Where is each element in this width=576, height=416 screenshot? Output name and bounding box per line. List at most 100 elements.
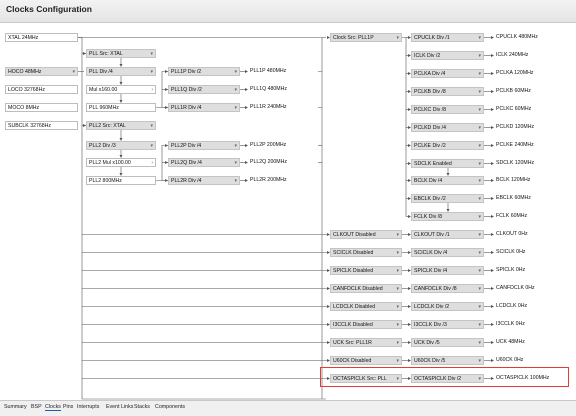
system-clock-div-label: PCLKD Div /4 <box>414 125 446 131</box>
system-clock-output-label: CPUCLK 480MHz <box>496 34 538 40</box>
system-clock-div-dropdown[interactable]: PCLKA Div /4 ▾ <box>411 69 484 78</box>
subclk-source[interactable]: SUBCLK 32768Hz <box>5 121 78 130</box>
system-clock-div-dropdown[interactable]: SDCLK Enabled ▾ <box>411 159 484 168</box>
chevron-down-icon: ▾ <box>396 286 399 292</box>
peripheral-clock-output-label: UCK 48MHz <box>496 339 525 345</box>
chevron-down-icon: ▾ <box>478 340 481 346</box>
pll-mul-input[interactable]: Mul x160.00 › <box>86 85 156 94</box>
tab-bsp[interactable]: BSP <box>31 404 42 410</box>
system-clock-output-label: SDCLK 120MHz <box>496 160 535 166</box>
pll1q-output-label: PLL1Q 480MHz <box>250 86 287 92</box>
system-clock-div-label: BCLK Div /4 <box>414 178 443 184</box>
peripheral-clock-output: SPICLK 0Hz <box>494 266 572 275</box>
system-clock-output: PCLKD 120MHz <box>494 123 572 132</box>
chevron-down-icon: ▾ <box>478 232 481 238</box>
pll2r-div-dropdown[interactable]: PLL2R Div /4 ▾ <box>168 176 240 185</box>
chevron-down-icon: ▾ <box>150 51 153 57</box>
peripheral-clock-div-dropdown[interactable]: I3CCLK Div /3 ▾ <box>411 320 484 329</box>
pll2q-div-dropdown[interactable]: PLL2Q Div /4 ▾ <box>168 158 240 167</box>
system-clock-output: PCLKC 60MHz <box>494 105 572 114</box>
peripheral-clock-div-dropdown[interactable]: UCK Div /5 ▾ <box>411 338 484 347</box>
system-clock-div-dropdown[interactable]: PCLKD Div /4 ▾ <box>411 123 484 132</box>
peripheral-clock-src-dropdown[interactable]: CLKOUT Disabled ▾ <box>330 230 402 239</box>
system-clock-div-dropdown[interactable]: PCLKE Div /2 ▾ <box>411 141 484 150</box>
pll1p-output-label: PLL1P 480MHz <box>250 68 287 74</box>
pll2-src-dropdown[interactable]: PLL2 Src: XTAL ▾ <box>86 121 156 130</box>
tab-pins[interactable]: Pins <box>63 404 73 410</box>
tab-components[interactable]: Components <box>155 404 185 410</box>
system-clock-output: EBCLK 60MHz <box>494 194 572 203</box>
pll-src-dropdown[interactable]: PLL Src: XTAL ▾ <box>86 49 156 58</box>
chevron-down-icon: ▾ <box>478 35 481 41</box>
peripheral-clock-div-dropdown[interactable]: SCICLK Div /4 ▾ <box>411 248 484 257</box>
chevron-down-icon: ▾ <box>478 286 481 292</box>
tab-event-links[interactable]: Event Links <box>106 404 133 410</box>
chevron-down-icon: ▾ <box>396 250 399 256</box>
clock-src-dropdown[interactable]: Clock Src: PLL1P ▾ <box>330 33 402 42</box>
peripheral-clock-src-dropdown[interactable]: UCK Src: PLL1R ▾ <box>330 338 402 347</box>
peripheral-clock-div-dropdown[interactable]: SPICLK Div /4 ▾ <box>411 266 484 275</box>
peripheral-clock-src-dropdown[interactable]: I3CCLK Disabled ▾ <box>330 320 402 329</box>
loco-label: LOCO 32768Hz <box>8 87 45 93</box>
pll2r-output-label: PLL2R 200MHz <box>250 177 287 183</box>
system-clock-div-dropdown[interactable]: CPUCLK Div /1 ▾ <box>411 33 484 42</box>
peripheral-clock-div-label: UCK Div /5 <box>414 340 440 346</box>
pll2-mul-input[interactable]: PLL2 Mul x100.00 › <box>86 158 156 167</box>
pll1r-div-dropdown[interactable]: PLL1R Div /4 ▾ <box>168 103 240 112</box>
tab-clocks[interactable]: Clocks <box>45 404 61 411</box>
pll1p-div-dropdown[interactable]: PLL1P Div /2 ▾ <box>168 67 240 76</box>
pll2-freq-label: PLL2 800MHz <box>89 178 122 184</box>
chevron-down-icon: ▾ <box>478 53 481 59</box>
peripheral-clock-output-label: LCDCLK 0Hz <box>496 303 528 309</box>
pll1r-div-label: PLL1R Div /4 <box>171 105 202 111</box>
peripheral-clock-src-dropdown[interactable]: U60CK Disabled ▾ <box>330 356 402 365</box>
peripheral-clock-output: U60CK 0Hz <box>494 356 572 365</box>
chevron-down-icon: ▾ <box>72 69 75 75</box>
peripheral-clock-src-dropdown[interactable]: SPICLK Disabled ▾ <box>330 266 402 275</box>
pll2-div-dropdown[interactable]: PLL2 Div /3 ▾ <box>86 141 156 150</box>
peripheral-clock-src-label: CANFDCLK Disabled <box>333 286 383 292</box>
pll-freq-display: PLL 960MHz <box>86 103 156 112</box>
peripheral-clock-src-dropdown[interactable]: LCDCLK Disabled ▾ <box>330 302 402 311</box>
chevron-down-icon: ▾ <box>478 143 481 149</box>
chevron-down-icon: ▾ <box>150 123 153 129</box>
chevron-down-icon: ▾ <box>396 35 399 41</box>
pll2p-div-dropdown[interactable]: PLL2P Div /4 ▾ <box>168 141 240 150</box>
pll-div-dropdown[interactable]: PLL Div /4 ▾ <box>86 67 156 76</box>
xtal-label: XTAL 24MHz <box>8 35 39 41</box>
peripheral-clock-div-dropdown[interactable]: U60CK Div /5 ▾ <box>411 356 484 365</box>
peripheral-clock-src-dropdown[interactable]: CANFDCLK Disabled ▾ <box>330 284 402 293</box>
peripheral-clock-div-dropdown[interactable]: CLKOUT Div /1 ▾ <box>411 230 484 239</box>
chevron-down-icon: ▾ <box>478 214 481 220</box>
peripheral-clock-output: I3CCLK 0Hz <box>494 320 572 329</box>
tab-interrupts[interactable]: Interrupts <box>77 404 99 410</box>
system-clock-div-dropdown[interactable]: ICLK Div /2 ▾ <box>411 51 484 60</box>
system-clock-div-dropdown[interactable]: BCLK Div /4 ▾ <box>411 176 484 185</box>
pll1q-div-dropdown[interactable]: PLL1Q Div /2 ▾ <box>168 85 240 94</box>
pll1p-div-label: PLL1P Div /2 <box>171 69 202 75</box>
loco-source[interactable]: LOCO 32768Hz <box>5 85 78 94</box>
moco-source[interactable]: MOCO 8MHz <box>5 103 78 112</box>
xtal-source[interactable]: XTAL 24MHz <box>5 33 78 42</box>
system-clock-div-dropdown[interactable]: PCLKB Div /8 ▾ <box>411 87 484 96</box>
hoco-dropdown[interactable]: HOCO 48MHz ▾ <box>5 67 78 76</box>
peripheral-clock-div-label: SPICLK Div /4 <box>414 268 448 274</box>
chevron-down-icon: ▾ <box>234 160 237 166</box>
peripheral-clock-output-label: CANFDCLK 0Hz <box>496 285 535 291</box>
tab-summary[interactable]: Summary <box>4 404 27 410</box>
peripheral-clock-src-dropdown[interactable]: SCICLK Disabled ▾ <box>330 248 402 257</box>
system-clock-output-label: PCLKA 120MHz <box>496 70 534 76</box>
system-clock-div-dropdown[interactable]: FCLK Div /8 ▾ <box>411 212 484 221</box>
pll2p-output: PLL2P 200MHz <box>248 141 318 150</box>
peripheral-clock-src-label: I3CCLK Disabled <box>333 322 373 328</box>
system-clock-output: ICLK 240MHz <box>494 51 572 60</box>
pll2q-output-label: PLL2Q 200MHz <box>250 159 287 165</box>
tab-stacks[interactable]: Stacks <box>134 404 150 410</box>
system-clock-div-dropdown[interactable]: PCLKC Div /8 ▾ <box>411 105 484 114</box>
system-clock-div-dropdown[interactable]: EBCLK Div /2 ▾ <box>411 194 484 203</box>
peripheral-clock-div-dropdown[interactable]: LCDCLK Div /2 ▾ <box>411 302 484 311</box>
peripheral-clock-div-dropdown[interactable]: CANFDCLK Div /8 ▾ <box>411 284 484 293</box>
pll1q-div-label: PLL1Q Div /2 <box>171 87 202 93</box>
pll2-div-label: PLL2 Div /3 <box>89 143 116 149</box>
system-clock-output: BCLK 120MHz <box>494 176 572 185</box>
